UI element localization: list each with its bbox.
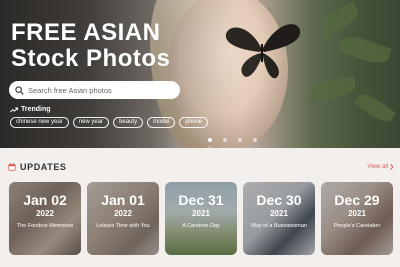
hero-title: FREE ASIAN Stock Photos [11,20,170,72]
hero-banner: FREE ASIAN Stock Photos Trending chinese… [0,0,400,148]
card-date: Dec 30 [256,192,302,208]
update-card[interactable]: Dec 29 2021 People's Caretaker [321,182,393,255]
card-date: Dec 29 [334,192,380,208]
card-caption: People's Caretaker [333,223,381,229]
trending-header: Trending [10,106,51,113]
search-bar[interactable] [9,81,180,99]
hero-title-line2: Stock Photos [11,45,171,72]
trending-tag[interactable]: phone [179,117,209,128]
view-all-link[interactable]: View all [367,164,394,170]
updates-title: UPDATES [20,162,67,172]
card-year: 2022 [36,209,54,218]
update-card[interactable]: Jan 02 2022 The Fondest Memories [9,182,81,255]
carousel-dot[interactable] [253,138,257,142]
carousel-dot[interactable] [238,138,242,142]
carousel-dot[interactable] [208,138,212,142]
chevron-right-icon[interactable] [390,164,394,170]
update-card[interactable]: Jan 01 2022 Leisure Time with You [87,182,159,255]
search-input[interactable] [28,85,178,95]
updates-cards: Jan 02 2022 The Fondest Memories Jan 01 … [9,182,393,255]
carousel-dots [208,138,257,142]
calendar-icon [8,163,16,171]
card-caption: A Carefree Day [182,223,220,229]
card-date: Jan 02 [23,192,67,208]
card-year: 2021 [270,209,288,218]
search-icon[interactable] [15,85,24,95]
trending-label: Trending [21,106,51,113]
trending-tag[interactable]: beauty [113,117,144,128]
carousel-dot[interactable] [223,138,227,142]
hero-title-line1: FREE ASIAN [11,19,161,46]
trending-tag[interactable]: new year [72,117,110,128]
trending-tag[interactable]: chinese new year [10,117,69,128]
updates-header: UPDATES View all [8,160,394,174]
card-caption: The Fondest Memories [16,223,74,229]
card-date: Dec 31 [178,192,224,208]
card-caption: Way of a Businessman [250,223,308,229]
update-card[interactable]: Dec 30 2021 Way of a Businessman [243,182,315,255]
card-year: 2022 [114,209,132,218]
trending-up-icon [10,107,18,112]
card-date: Jan 01 [101,192,145,208]
card-caption: Leisure Time with You [96,223,150,229]
card-year: 2021 [348,209,366,218]
trending-tags: chinese new year new year beauty model p… [10,117,209,128]
card-year: 2021 [192,209,210,218]
update-card[interactable]: Dec 31 2021 A Carefree Day [165,182,237,255]
trending-tag[interactable]: model [147,117,176,128]
view-all-label[interactable]: View all [367,164,388,170]
